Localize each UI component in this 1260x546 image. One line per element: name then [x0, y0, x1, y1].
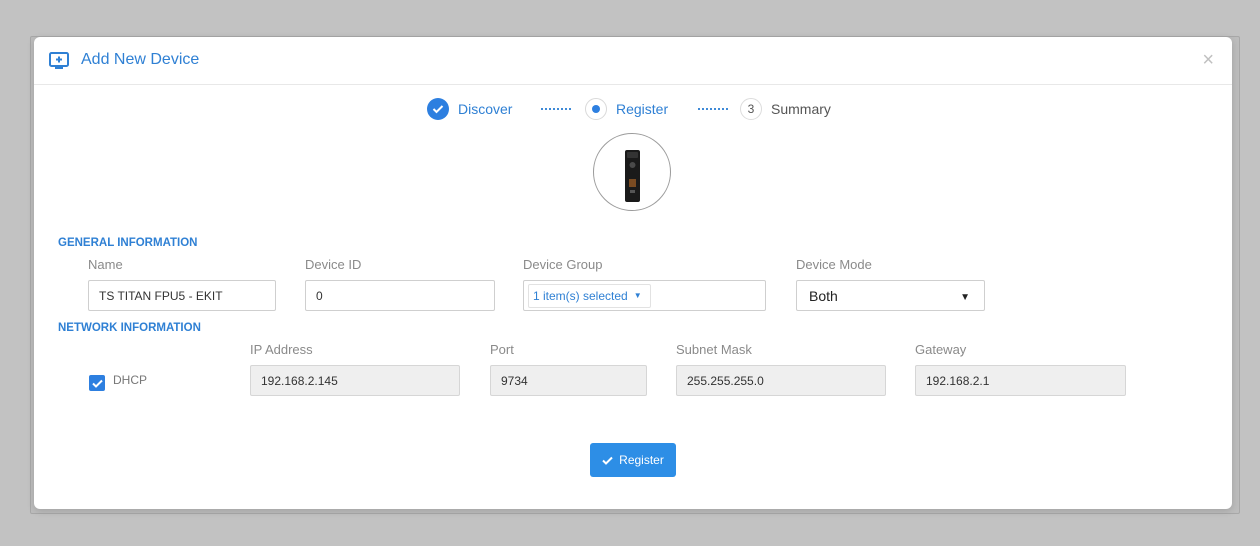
step-label-register: Register [616, 101, 669, 117]
device-reader-icon [625, 150, 640, 202]
device-mode-select[interactable]: Both ▼ [796, 280, 985, 311]
step-connector [697, 108, 729, 110]
step-dot-icon [585, 98, 607, 120]
device-image [593, 133, 671, 211]
device-mode-label: Device Mode [796, 257, 872, 272]
dropdown-arrow-icon: ▼ [960, 292, 970, 303]
step-register[interactable]: Register [585, 97, 668, 121]
device-id-input[interactable]: 0 [305, 280, 495, 311]
step-discover[interactable]: Discover [427, 97, 512, 121]
step-label-summary: Summary [771, 101, 831, 117]
subnet-mask-input: 255.255.255.0 [676, 365, 886, 396]
device-group-value: 1 item(s) selected [533, 288, 628, 303]
gateway-value: 192.168.2.1 [926, 373, 990, 388]
step-number: 3 [740, 98, 762, 120]
step-connector [540, 108, 572, 110]
ip-address-value: 192.168.2.145 [261, 373, 338, 388]
ip-address-input: 192.168.2.145 [250, 365, 460, 396]
device-group-tag[interactable]: 1 item(s) selected ▼ [528, 283, 651, 308]
modal-header: Add New Device × [34, 37, 1232, 85]
check-icon [427, 98, 449, 120]
device-group-select[interactable]: 1 item(s) selected ▼ [523, 280, 766, 311]
device-id-label: Device ID [305, 257, 362, 272]
device-group-label: Device Group [523, 257, 603, 272]
name-label: Name [88, 257, 123, 272]
check-icon [602, 456, 613, 465]
dhcp-label: DHCP [113, 373, 148, 387]
dhcp-checkbox[interactable] [89, 375, 105, 391]
port-input: 9734 [490, 365, 647, 396]
device-id-value: 0 [316, 288, 323, 303]
modal-title: Add New Device [81, 51, 200, 68]
register-label: Register [619, 453, 664, 467]
name-value: TS TITAN FPU5 - EKIT [99, 288, 223, 303]
general-info-heading: GENERAL INFORMATION [58, 237, 198, 249]
monitor-plus-icon [49, 52, 69, 69]
network-info-heading: NETWORK INFORMATION [58, 322, 201, 334]
caret-down-icon: ▼ [633, 291, 642, 300]
device-mode-value: Both [809, 287, 838, 304]
close-button[interactable]: × [1202, 48, 1214, 72]
name-input[interactable]: TS TITAN FPU5 - EKIT [88, 280, 276, 311]
ip-address-label: IP Address [250, 342, 313, 357]
checkmark-icon [91, 379, 103, 388]
subnet-mask-label: Subnet Mask [676, 342, 752, 357]
step-summary[interactable]: 3 Summary [740, 97, 831, 121]
port-value: 9734 [501, 373, 528, 388]
add-device-modal: Add New Device × Discover Register 3 Sum… [34, 37, 1232, 509]
gateway-input: 192.168.2.1 [915, 365, 1126, 396]
subnet-mask-value: 255.255.255.0 [687, 373, 764, 388]
gateway-label: Gateway [915, 342, 967, 357]
step-label-discover: Discover [458, 101, 513, 117]
register-button[interactable]: Register [590, 443, 676, 477]
port-label: Port [490, 342, 514, 357]
